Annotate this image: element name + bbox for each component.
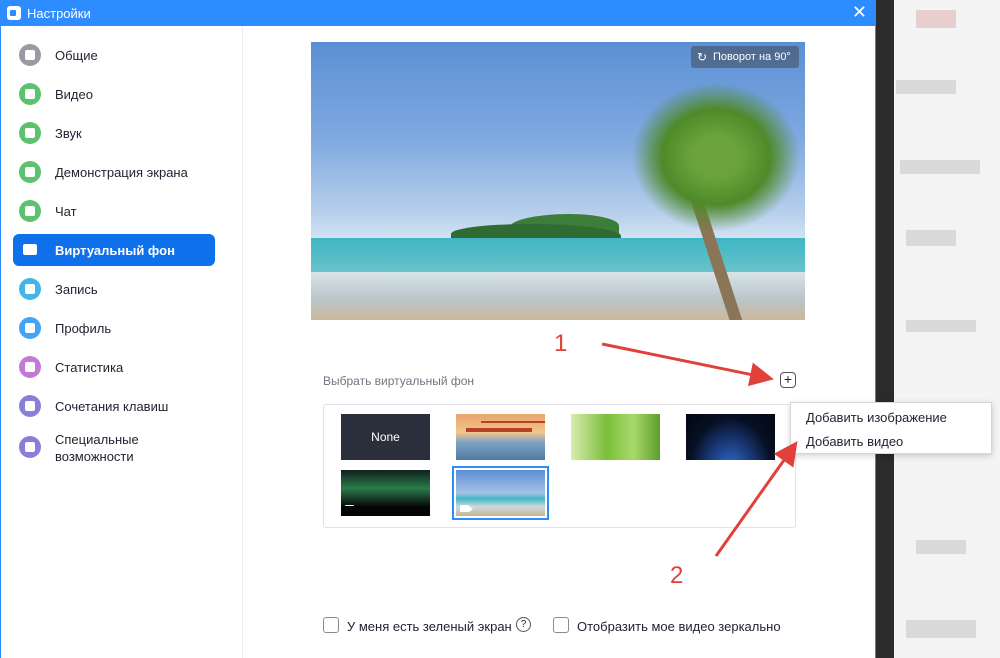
window-title: Настройки bbox=[27, 6, 91, 21]
sidebar-item-statistics[interactable]: Статистика bbox=[13, 351, 215, 383]
title-bar: Настройки ✕ bbox=[1, 0, 875, 26]
pixel-block bbox=[906, 230, 956, 246]
video-camera-icon bbox=[345, 505, 358, 512]
pixel-block bbox=[900, 160, 980, 174]
sidebar-item-audio[interactable]: Звук bbox=[13, 117, 215, 149]
gear-icon bbox=[19, 44, 41, 66]
sidebar-item-accessibility[interactable]: Специальные возможности bbox=[13, 429, 215, 465]
sidebar-item-recording[interactable]: Запись bbox=[13, 273, 215, 305]
accessibility-icon bbox=[19, 436, 41, 458]
settings-window: Настройки ✕ Общие Видео Звук Демонстраци… bbox=[0, 0, 876, 658]
background-thumb-bridge[interactable] bbox=[456, 414, 545, 460]
add-background-menu: Добавить изображение Добавить видео bbox=[790, 402, 992, 454]
statistics-icon bbox=[19, 356, 41, 378]
sidebar-item-label: Видео bbox=[55, 87, 93, 102]
background-window bbox=[876, 0, 1000, 658]
sidebar-item-label: Сочетания клавиш bbox=[55, 399, 169, 414]
keyboard-icon bbox=[19, 395, 41, 417]
record-icon bbox=[19, 278, 41, 300]
chat-icon bbox=[19, 200, 41, 222]
mirror-video-label: Отобразить мое видео зеркально bbox=[577, 619, 781, 634]
sidebar-item-label: Запись bbox=[55, 282, 98, 297]
sidebar-item-chat[interactable]: Чат bbox=[13, 195, 215, 227]
close-icon[interactable]: ✕ bbox=[852, 2, 867, 23]
rotate-label: Поворот на 90° bbox=[713, 51, 791, 63]
background-thumb-grass[interactable] bbox=[571, 414, 660, 460]
sidebar-item-virtual-background[interactable]: Виртуальный фон bbox=[13, 234, 215, 266]
background-gallery: None bbox=[323, 404, 796, 528]
rotate-icon: ↻ bbox=[697, 50, 708, 64]
window-edge bbox=[876, 0, 894, 658]
sidebar-item-share-screen[interactable]: Демонстрация экрана bbox=[13, 156, 215, 188]
video-icon bbox=[19, 83, 41, 105]
share-screen-icon bbox=[19, 161, 41, 183]
menu-item-add-image[interactable]: Добавить изображение bbox=[806, 410, 947, 425]
sidebar-item-label: Специальные возможности bbox=[55, 432, 139, 464]
background-thumb-none[interactable]: None bbox=[341, 414, 430, 460]
video-camera-icon bbox=[460, 505, 473, 512]
virtual-background-icon bbox=[19, 239, 41, 261]
pixel-block bbox=[916, 540, 966, 554]
profile-icon bbox=[19, 317, 41, 339]
video-preview bbox=[311, 42, 805, 320]
sidebar-item-label: Демонстрация экрана bbox=[55, 165, 188, 180]
settings-sidebar: Общие Видео Звук Демонстрация экрана Чат… bbox=[1, 26, 243, 658]
annotation-number-2: 2 bbox=[670, 562, 684, 589]
background-thumb-aurora[interactable] bbox=[341, 470, 430, 516]
pixel-block bbox=[916, 10, 956, 28]
mirror-video-checkbox[interactable]: Отобразить мое видео зеркально bbox=[553, 617, 793, 635]
background-thumb-earth[interactable] bbox=[686, 414, 775, 460]
green-screen-checkbox[interactable]: У меня есть зеленый экран bbox=[323, 617, 513, 635]
zoom-app-icon bbox=[7, 6, 21, 20]
choose-background-label: Выбрать виртуальный фон bbox=[323, 374, 475, 388]
checkbox-box[interactable] bbox=[323, 617, 339, 633]
green-screen-label: У меня есть зеленый экран bbox=[347, 619, 512, 634]
background-thumb-beach[interactable] bbox=[452, 466, 549, 520]
sidebar-item-video[interactable]: Видео bbox=[13, 78, 215, 110]
headphones-icon bbox=[19, 122, 41, 144]
sidebar-item-general[interactable]: Общие bbox=[13, 39, 215, 71]
sidebar-item-label: Профиль bbox=[55, 321, 112, 336]
rotate-90-button[interactable]: ↻ Поворот на 90° bbox=[691, 46, 799, 68]
pixel-block bbox=[896, 80, 956, 94]
sidebar-item-label: Общие bbox=[55, 48, 98, 63]
annotation-number-1: 1 bbox=[554, 330, 568, 357]
sidebar-item-keyboard-shortcuts[interactable]: Сочетания клавиш bbox=[13, 390, 215, 422]
sidebar-item-label: Виртуальный фон bbox=[55, 243, 175, 258]
pixel-block bbox=[906, 320, 976, 332]
sidebar-item-label: Чат bbox=[55, 204, 77, 219]
checkbox-box[interactable] bbox=[553, 617, 569, 633]
sidebar-item-profile[interactable]: Профиль bbox=[13, 312, 215, 344]
preview-palm-fronds bbox=[631, 82, 801, 232]
menu-item-add-video[interactable]: Добавить видео bbox=[806, 434, 903, 449]
pixel-block bbox=[906, 620, 976, 638]
help-icon[interactable]: ? bbox=[516, 617, 531, 632]
sidebar-item-label: Звук bbox=[55, 126, 82, 141]
add-background-button[interactable]: + bbox=[780, 372, 796, 388]
sidebar-item-label: Статистика bbox=[55, 360, 124, 375]
